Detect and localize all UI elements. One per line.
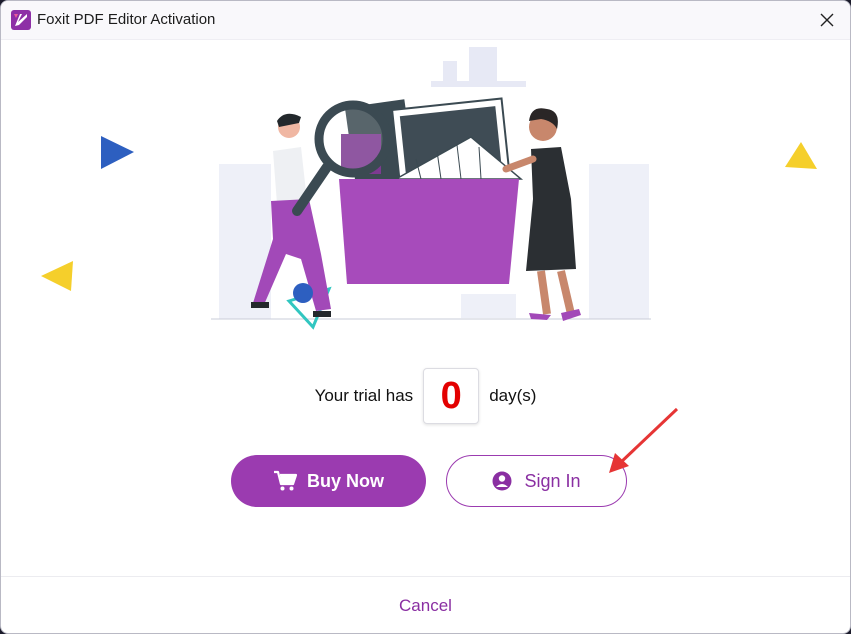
dialog-footer: Cancel bbox=[1, 576, 850, 633]
yellow-triangle-left-shape bbox=[41, 261, 73, 291]
trial-status-row: Your trial has 0 day(s) bbox=[1, 367, 850, 425]
cancel-button[interactable]: Cancel bbox=[399, 596, 452, 616]
foxit-logo-icon bbox=[11, 10, 31, 30]
trial-days-box: 0 bbox=[423, 368, 480, 424]
blue-triangle-shape bbox=[101, 136, 134, 169]
title-bar: Foxit PDF Editor Activation bbox=[1, 1, 850, 40]
user-circle-icon bbox=[492, 471, 512, 491]
red-arrow-annotation bbox=[609, 407, 679, 473]
yellow-triangle-right-shape bbox=[785, 142, 817, 169]
trial-suffix-label: day(s) bbox=[489, 386, 537, 405]
activation-dialog: Foxit PDF Editor Activation Your trial h… bbox=[0, 0, 851, 634]
close-button[interactable] bbox=[804, 1, 850, 39]
trial-days-count: 0 bbox=[440, 374, 462, 417]
sign-in-label: Sign In bbox=[524, 470, 581, 491]
trial-prefix-label: Your trial has bbox=[314, 386, 414, 405]
sign-in-button[interactable]: Sign In bbox=[446, 455, 627, 507]
window-title: Foxit PDF Editor Activation bbox=[37, 11, 216, 28]
trial-illustration bbox=[41, 47, 817, 330]
close-icon bbox=[820, 13, 834, 27]
shopping-cart-icon bbox=[273, 470, 297, 491]
buy-now-button[interactable]: Buy Now bbox=[231, 455, 426, 507]
buy-now-label: Buy Now bbox=[306, 470, 384, 491]
